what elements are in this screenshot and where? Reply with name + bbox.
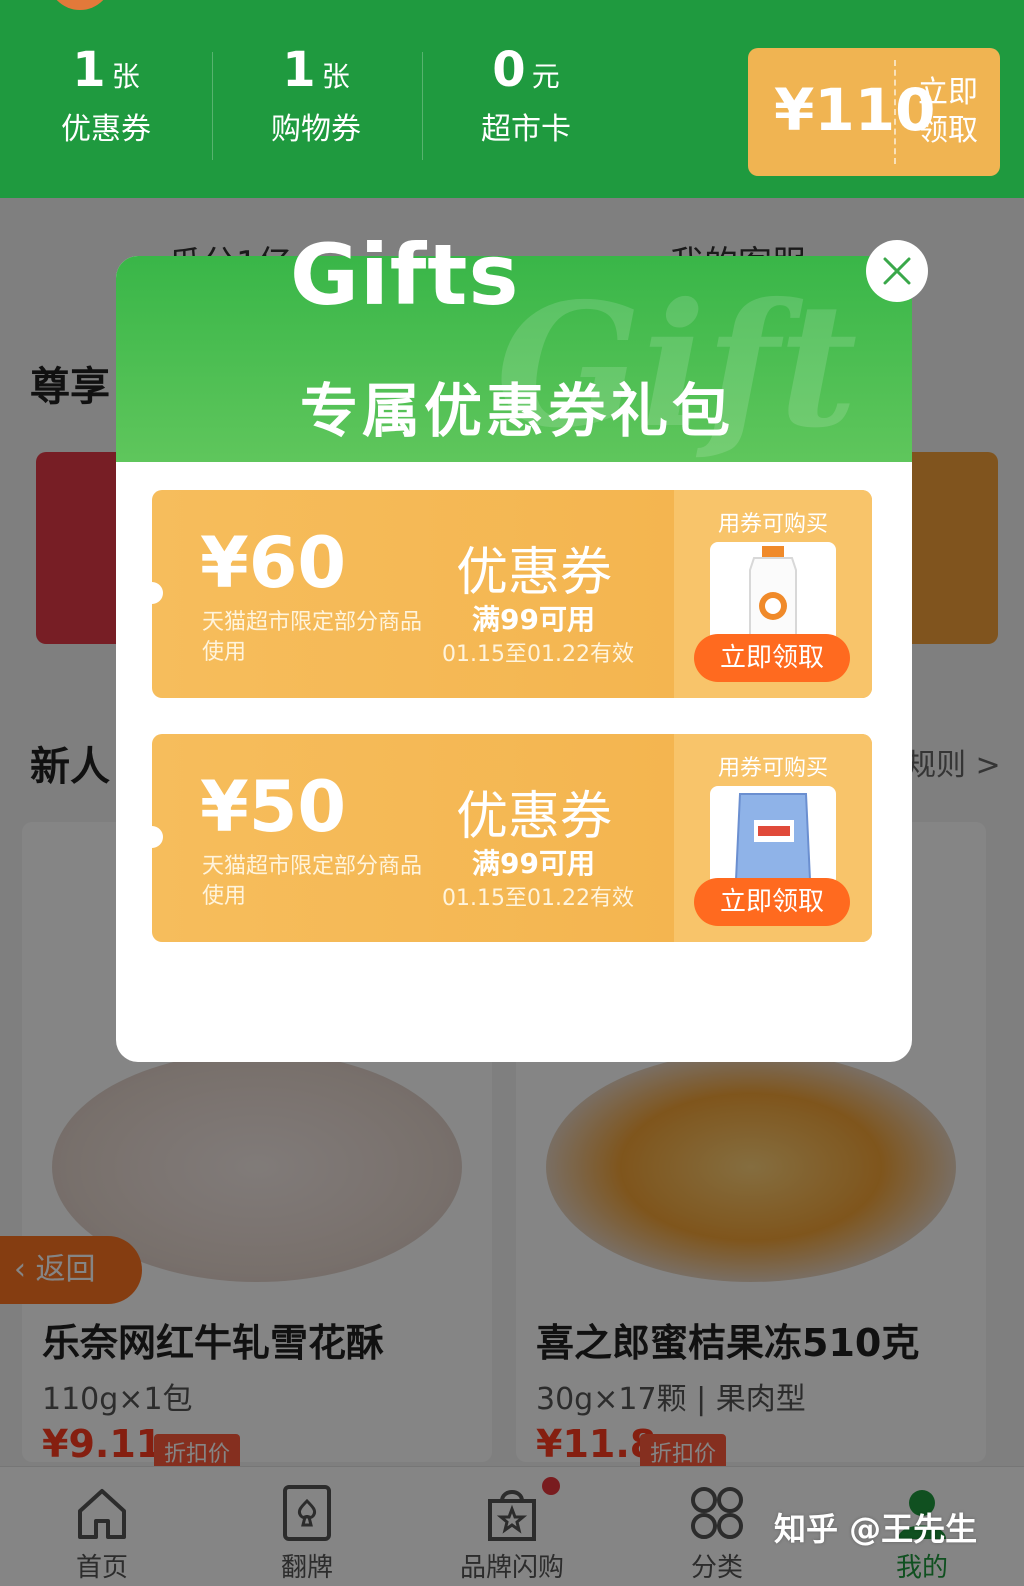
modal-title: 专属优惠券礼包	[300, 377, 735, 445]
product-thumbnail	[710, 786, 836, 886]
coupon-buy-label: 用券可购买	[717, 512, 828, 537]
coupon-product-panel: 用券可购买 立即领取	[674, 734, 872, 942]
gift-ticket-claim-label: 立即领取	[918, 75, 978, 148]
close-button[interactable]	[866, 240, 928, 302]
ticket-divider	[894, 60, 896, 164]
coupon-buy-label: 用券可购买	[717, 756, 828, 781]
shopping-voucher-stat[interactable]: 1张 购物券	[216, 42, 416, 148]
supermarket-card-unit: 元	[531, 60, 560, 93]
shopping-voucher-count: 1	[282, 42, 316, 98]
claim-coupon-button[interactable]: 立即领取	[694, 634, 850, 682]
coupon-card: ¥50 天猫超市限定部分商品使用 优惠券 满99可用 01.15至01.22有效…	[141, 734, 883, 942]
account-header: 1张 优惠券 1张 购物券 0元 超市卡 ¥110 立即领取	[0, 0, 1024, 198]
stat-divider	[422, 52, 423, 160]
coupon-count-unit: 张	[111, 60, 140, 93]
claim-coupon-button[interactable]: 立即领取	[694, 878, 850, 926]
snack-bag-icon	[734, 793, 812, 881]
shopping-voucher-label: 购物券	[271, 112, 361, 147]
supermarket-card-stat[interactable]: 0元 超市卡	[426, 42, 626, 148]
avatar[interactable]	[48, 0, 112, 10]
coupon-notch	[141, 582, 163, 604]
coupon-product-panel: 用券可购买 立即领取	[674, 490, 872, 698]
coupon-scope: 天猫超市限定部分商品使用	[202, 854, 423, 909]
supermarket-card-balance: 0	[492, 42, 526, 98]
coupon-count-label: 优惠券	[61, 112, 151, 147]
watermark: 知乎 @王先生	[774, 1510, 978, 1548]
coupon-scope: 天猫超市限定部分商品使用	[202, 610, 423, 665]
gift-ticket-button[interactable]: ¥110 立即领取	[748, 48, 1000, 176]
stat-divider	[212, 52, 213, 160]
product-thumbnail	[710, 542, 836, 642]
coupon-count: 1	[72, 42, 106, 98]
close-icon	[883, 257, 911, 285]
coupon-card: ¥60 天猫超市限定部分商品使用 优惠券 满99可用 01.15至01.22有效…	[141, 490, 883, 698]
supermarket-card-label: 超市卡	[481, 112, 571, 147]
shopping-voucher-unit: 张	[321, 60, 350, 93]
coupon-condition: 满99可用	[472, 603, 595, 636]
coupon-validity: 01.15至01.22有效	[442, 886, 634, 911]
coupon-count-stat[interactable]: 1张 优惠券	[6, 42, 206, 148]
shampoo-bottle-icon	[749, 546, 797, 639]
coupon-amount: ¥50	[200, 766, 347, 848]
gifts-heading: Gifts	[290, 226, 520, 324]
coupon-type: 优惠券	[456, 787, 613, 847]
coupon-amount: ¥60	[200, 522, 347, 604]
coupon-condition: 满99可用	[472, 847, 595, 880]
coupon-notch	[141, 826, 163, 848]
coupon-type: 优惠券	[456, 543, 613, 603]
coupon-validity: 01.15至01.22有效	[442, 642, 634, 667]
